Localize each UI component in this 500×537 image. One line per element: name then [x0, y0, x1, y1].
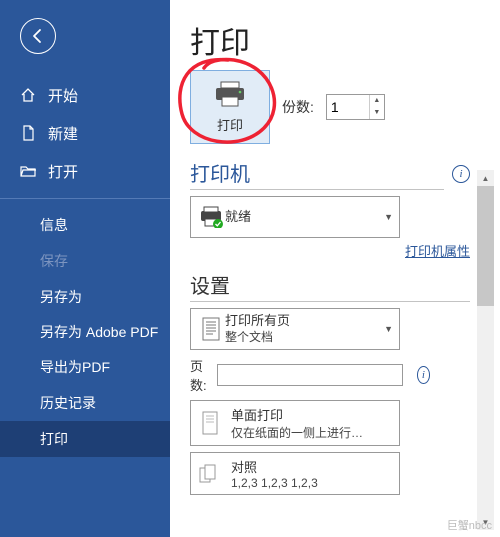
spinner-up[interactable]: ▲ — [370, 95, 384, 107]
scroll-thumb[interactable] — [477, 186, 494, 306]
print-scope-dropdown[interactable]: 打印所有页 整个文档 ▼ — [190, 308, 400, 350]
print-button[interactable]: 打印 — [190, 70, 270, 144]
sidebar-label: 打开 — [48, 161, 78, 182]
sidebar-item-export-pdf[interactable]: 导出为PDF — [0, 349, 170, 385]
sidebar-item-saveas-adobe[interactable]: 另存为 Adobe PDF — [0, 315, 170, 349]
printer-select-dropdown[interactable]: 就绪 ▼ — [190, 196, 400, 238]
single-side-option[interactable]: 单面打印 仅在纸面的一侧上进行… — [190, 400, 400, 446]
sidebar-item-open[interactable]: 打开 — [0, 152, 170, 190]
single-side-line1: 单面打印 — [231, 405, 363, 424]
page-title: 打印 — [190, 18, 500, 62]
print-scope-line2: 整个文档 — [225, 330, 384, 346]
copies-input[interactable] — [327, 95, 369, 119]
printer-section-title: 打印机 — [190, 158, 444, 190]
pages-label: 页数: — [190, 356, 211, 394]
folder-open-icon — [20, 163, 36, 179]
backstage-sidebar: 开始 新建 打开 信息 保存 另存为 另存为 Adobe PDF 导出为PDF … — [0, 0, 170, 537]
collate-line2: 1,2,3 1,2,3 1,2,3 — [231, 476, 318, 490]
single-side-line2: 仅在纸面的一侧上进行… — [231, 424, 363, 441]
chevron-down-icon: ▼ — [384, 324, 393, 334]
document-icon — [20, 125, 36, 141]
pages-input[interactable] — [217, 364, 403, 386]
sidebar-divider — [0, 198, 170, 199]
sidebar-item-home[interactable]: 开始 — [0, 76, 170, 114]
spinner-down[interactable]: ▼ — [370, 107, 384, 119]
arrow-left-icon — [29, 27, 47, 45]
scroll-up-button[interactable]: ▲ — [477, 170, 494, 186]
collate-line1: 对照 — [231, 457, 318, 476]
collate-option[interactable]: 对照 1,2,3 1,2,3 1,2,3 — [190, 452, 400, 495]
collate-icon — [197, 462, 223, 486]
sidebar-label: 保存 — [40, 251, 68, 271]
printer-properties-link[interactable]: 打印机属性 — [405, 244, 470, 259]
copies-spinner[interactable]: ▲ ▼ — [326, 94, 385, 120]
print-scope-line1: 打印所有页 — [225, 313, 384, 330]
sidebar-item-saveas[interactable]: 另存为 — [0, 279, 170, 315]
info-icon[interactable]: i — [452, 165, 470, 183]
scrollbar[interactable]: ▲ ▼ — [477, 170, 494, 530]
sidebar-label: 打印 — [40, 429, 68, 449]
sidebar-item-new[interactable]: 新建 — [0, 114, 170, 152]
sidebar-label: 另存为 Adobe PDF — [40, 323, 158, 341]
sidebar-label: 另存为 — [40, 287, 82, 307]
sidebar-label: 信息 — [40, 215, 68, 235]
sidebar-item-history[interactable]: 历史记录 — [0, 385, 170, 421]
sidebar-item-save: 保存 — [0, 243, 170, 279]
chevron-down-icon: ▼ — [384, 212, 393, 222]
sidebar-item-info[interactable]: 信息 — [0, 207, 170, 243]
sidebar-item-print[interactable]: 打印 — [0, 421, 170, 457]
printer-icon — [213, 80, 247, 111]
copies-label: 份数: — [282, 97, 314, 117]
sidebar-label: 历史记录 — [40, 393, 96, 413]
print-backstage-panel: 打印 打印 份数: ▲ ▼ 打印机 i 就绪 ▼ 打印机属性 — [170, 0, 500, 537]
back-button[interactable] — [20, 18, 56, 54]
watermark: 巨蟹nbcc — [447, 517, 492, 533]
home-icon — [20, 87, 36, 103]
sidebar-label: 新建 — [48, 123, 78, 144]
print-button-label: 打印 — [217, 115, 243, 134]
info-icon[interactable]: i — [417, 366, 430, 384]
single-side-icon — [197, 410, 223, 436]
printer-ready-icon — [197, 206, 225, 228]
sidebar-label: 开始 — [48, 85, 78, 106]
settings-section-title: 设置 — [190, 270, 470, 302]
printer-status: 就绪 — [225, 209, 384, 226]
sidebar-label: 导出为PDF — [40, 357, 110, 377]
page-all-icon — [197, 316, 225, 342]
